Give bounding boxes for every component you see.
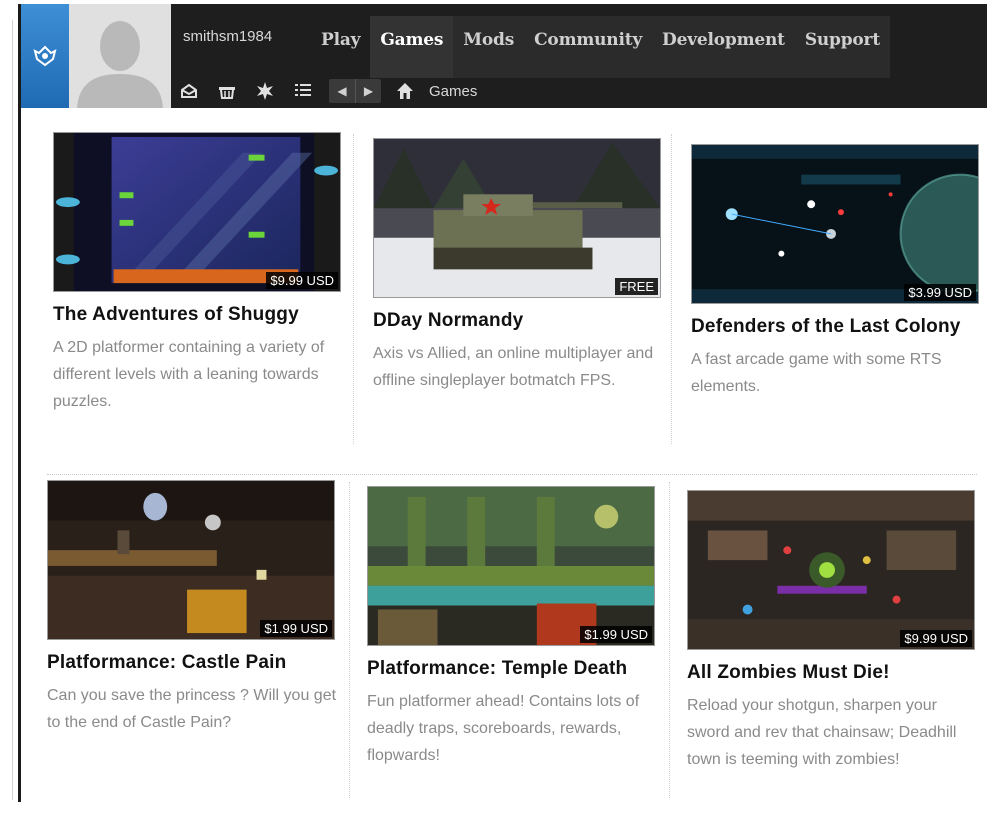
back-arrow-icon[interactable]: ◀ [329, 79, 355, 103]
price-badge: $9.99 USD [900, 630, 972, 647]
game-description: A fast arcade game with some RTS element… [691, 351, 942, 395]
home-icon[interactable] [395, 80, 417, 102]
price-badge: $1.99 USD [580, 626, 652, 643]
game-card[interactable]: $9.99 USD All Zombies Must Die! Reload y… [687, 490, 983, 773]
forward-arrow-icon[interactable]: ▶ [355, 79, 381, 103]
price-badge: $1.99 USD [260, 620, 332, 637]
main-nav: Play Games Mods Community Development Su… [311, 16, 890, 78]
list-icon[interactable] [291, 79, 315, 103]
price-badge: $9.99 USD [266, 272, 338, 289]
game-card[interactable]: $9.99 USD The Adventures of Shuggy A 2D … [53, 132, 349, 415]
nav-mods[interactable]: Mods [453, 16, 525, 78]
column-divider [671, 134, 672, 444]
header-bar: smithsm1984 Play Games Mods Community De… [21, 4, 987, 108]
price-badge: FREE [615, 278, 658, 295]
game-description: A 2D platformer containing a variety of … [53, 339, 325, 410]
game-title[interactable]: All Zombies Must Die! [687, 658, 983, 688]
logo-icon [33, 45, 57, 67]
logo-tab[interactable] [21, 4, 69, 108]
avatar-silhouette-icon [69, 4, 171, 108]
basket-icon[interactable] [215, 79, 239, 103]
game-thumbnail[interactable]: $9.99 USD [687, 490, 975, 650]
inbox-icon[interactable] [177, 79, 201, 103]
game-thumbnail[interactable]: $9.99 USD [53, 132, 341, 292]
row-divider [47, 474, 977, 475]
history-nav: ◀ ▶ [329, 79, 381, 103]
nav-community[interactable]: Community [524, 16, 653, 78]
game-title[interactable]: Platformance: Temple Death [367, 654, 663, 684]
game-thumbnail[interactable]: $3.99 USD [691, 144, 979, 304]
game-card[interactable]: $1.99 USD Platformance: Temple Death Fun… [367, 486, 663, 769]
game-title[interactable]: The Adventures of Shuggy [53, 300, 349, 330]
game-card[interactable]: $1.99 USD Platformance: Castle Pain Can … [47, 480, 343, 736]
game-description: Can you save the princess ? Will you get… [47, 687, 337, 731]
column-divider [349, 482, 350, 798]
game-description: Reload your shotgun, sharpen your sword … [687, 697, 957, 768]
game-thumbnail[interactable]: $1.99 USD [367, 486, 655, 646]
game-thumbnail[interactable]: FREE [373, 138, 661, 298]
page-edge-line [12, 20, 13, 800]
game-title[interactable]: Defenders of the Last Colony [691, 312, 987, 342]
game-title[interactable]: DDay Normandy [373, 306, 669, 336]
nav-support[interactable]: Support [794, 16, 890, 78]
game-description: Axis vs Allied, an online multiplayer an… [373, 345, 654, 389]
nav-play[interactable]: Play [311, 16, 370, 78]
game-description: Fun platformer ahead! Contains lots of d… [367, 693, 640, 764]
breadcrumb[interactable]: Games [429, 83, 477, 100]
price-badge: $3.99 USD [904, 284, 976, 301]
nav-development[interactable]: Development [652, 16, 795, 78]
game-title[interactable]: Platformance: Castle Pain [47, 648, 343, 678]
username[interactable]: smithsm1984 [183, 28, 272, 45]
column-divider [669, 482, 670, 798]
column-divider [353, 134, 354, 444]
avatar[interactable] [69, 4, 171, 108]
game-thumbnail[interactable]: $1.99 USD [47, 480, 335, 640]
starburst-icon[interactable] [253, 79, 277, 103]
game-card[interactable]: $3.99 USD Defenders of the Last Colony A… [691, 144, 987, 400]
game-card[interactable]: FREE DDay Normandy Axis vs Allied, an on… [373, 138, 669, 394]
toolbar: ◀ ▶ Games [177, 74, 987, 108]
nav-games[interactable]: Games [370, 16, 454, 78]
browser-window: smithsm1984 Play Games Mods Community De… [18, 4, 987, 802]
